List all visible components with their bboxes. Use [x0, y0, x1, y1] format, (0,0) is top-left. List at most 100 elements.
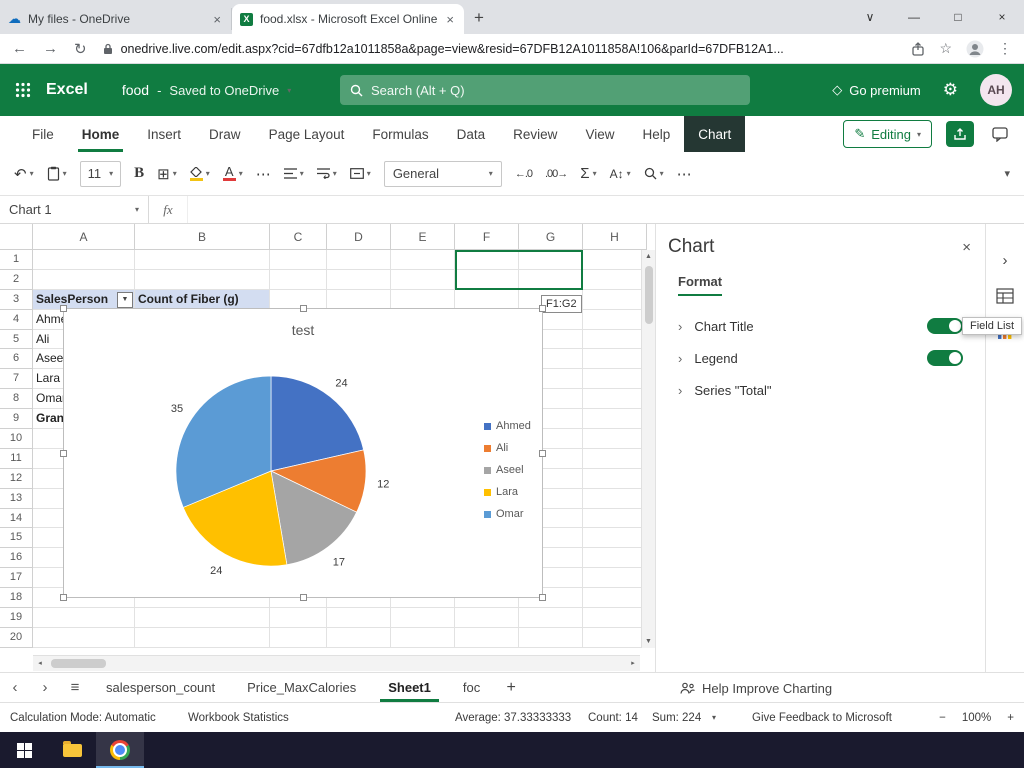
- tab-search-icon[interactable]: ∨: [848, 0, 892, 34]
- horizontal-scroll-thumb[interactable]: [51, 659, 106, 668]
- grid-cell-h20[interactable]: [583, 627, 647, 648]
- grid-cell-h14[interactable]: [583, 508, 647, 529]
- file-explorer-button[interactable]: [48, 732, 96, 768]
- resize-handle[interactable]: [300, 594, 307, 601]
- row-header-9[interactable]: 9: [0, 409, 33, 430]
- row-header-3[interactable]: 3: [0, 289, 33, 310]
- ribbon-tab-chart[interactable]: Chart: [684, 116, 746, 152]
- row-header-10[interactable]: 10: [0, 429, 33, 449]
- grid-cell-g19[interactable]: [519, 608, 583, 628]
- back-icon[interactable]: ←: [12, 40, 27, 57]
- grid-cell-b19[interactable]: [135, 608, 270, 628]
- field-list-icon[interactable]: [986, 278, 1024, 314]
- legend-item-ali[interactable]: Ali: [484, 437, 531, 459]
- chrome-button[interactable]: [96, 732, 144, 768]
- bookmark-star-icon[interactable]: ☆: [939, 40, 952, 57]
- increase-decimal-button[interactable]: ←.0: [515, 168, 533, 180]
- horizontal-scrollbar[interactable]: ◂ ▸: [33, 655, 640, 671]
- grid-cell-h2[interactable]: [583, 269, 647, 290]
- new-tab-button[interactable]: +: [474, 8, 484, 28]
- grid-cell-e2[interactable]: [391, 269, 455, 290]
- browser-tab-onedrive[interactable]: ☁ My files - OneDrive ×: [0, 8, 232, 30]
- grid-cell-g20[interactable]: [519, 627, 583, 648]
- row-header-14[interactable]: 14: [0, 508, 33, 529]
- resize-handle[interactable]: [60, 305, 67, 312]
- ribbon-tab-data[interactable]: Data: [443, 116, 500, 152]
- grid-cell-h9[interactable]: [583, 409, 647, 430]
- legend-item-omar[interactable]: Omar: [484, 503, 531, 525]
- grid-cell-d19[interactable]: [327, 608, 391, 628]
- add-sheet-button[interactable]: +: [496, 673, 526, 702]
- legend-item-lara[interactable]: Lara: [484, 481, 531, 503]
- legend-item-aseel[interactable]: Aseel: [484, 459, 531, 481]
- resize-handle[interactable]: [60, 594, 67, 601]
- editing-mode-button[interactable]: ✎ Editing ▾: [843, 120, 932, 148]
- forward-icon[interactable]: →: [43, 40, 58, 57]
- settings-gear-icon[interactable]: ⚙: [943, 80, 958, 100]
- grid-cell-h13[interactable]: [583, 488, 647, 509]
- ribbon-tab-page-layout[interactable]: Page Layout: [255, 116, 359, 152]
- sheet-tab-price-maxcalories[interactable]: Price_MaxCalories: [231, 673, 372, 702]
- row-header-4[interactable]: 4: [0, 309, 33, 330]
- browser-tab-excel[interactable]: X food.xlsx - Microsoft Excel Online ×: [232, 4, 464, 34]
- column-header-f[interactable]: F: [455, 224, 519, 250]
- row-header-13[interactable]: 13: [0, 488, 33, 509]
- font-size-select[interactable]: 11 ▾: [79, 160, 122, 187]
- pane-section-legend[interactable]: › Legend: [656, 342, 985, 374]
- row-header-15[interactable]: 15: [0, 528, 33, 549]
- calculation-mode[interactable]: Calculation Mode: Automatic: [10, 703, 156, 733]
- tab-close-icon[interactable]: ×: [211, 12, 223, 27]
- scroll-down-icon[interactable]: ▼: [642, 635, 655, 648]
- resize-handle[interactable]: [539, 594, 546, 601]
- grid-cell-a20[interactable]: [33, 627, 135, 648]
- app-name[interactable]: Excel: [46, 81, 88, 99]
- row-header-18[interactable]: 18: [0, 588, 33, 609]
- sort-filter-button[interactable]: A↕ ▾: [610, 167, 631, 181]
- row-header-19[interactable]: 19: [0, 608, 33, 628]
- grid-cell-h5[interactable]: [583, 329, 647, 350]
- column-header-h[interactable]: H: [583, 224, 647, 250]
- font-color-button[interactable]: A ▾: [222, 165, 243, 181]
- zoom-level[interactable]: 100%: [962, 703, 991, 733]
- ribbon-tab-draw[interactable]: Draw: [195, 116, 255, 152]
- grid-cell-d3[interactable]: [327, 289, 391, 310]
- grid-cell-h18[interactable]: [583, 588, 647, 609]
- sheet-tab-sheet1[interactable]: Sheet1: [372, 673, 447, 702]
- grid-cell-e20[interactable]: [391, 627, 455, 648]
- format-tab[interactable]: Format: [678, 274, 723, 296]
- grid-cell-h11[interactable]: [583, 448, 647, 469]
- zoom-out-icon[interactable]: −: [939, 703, 946, 733]
- name-box[interactable]: Chart 1 ▾: [0, 196, 149, 223]
- decrease-decimal-button[interactable]: .00→: [545, 168, 568, 180]
- row-header-16[interactable]: 16: [0, 548, 33, 569]
- help-improve-charting-link[interactable]: Help Improve Charting: [680, 673, 832, 703]
- select-all-corner[interactable]: [0, 224, 33, 250]
- filter-icon[interactable]: ▼: [117, 291, 133, 308]
- formula-input[interactable]: [188, 196, 1024, 223]
- column-header-g[interactable]: G: [519, 224, 583, 250]
- ribbon-tab-help[interactable]: Help: [628, 116, 684, 152]
- account-avatar[interactable]: AH: [980, 74, 1012, 106]
- tab-close-icon[interactable]: ×: [444, 12, 456, 27]
- more-toolbar-button[interactable]: ⋯: [677, 165, 692, 183]
- grid-cell-e1[interactable]: [391, 250, 455, 270]
- start-button[interactable]: [0, 732, 48, 768]
- grid-cell-b2[interactable]: [135, 269, 270, 290]
- row-header-1[interactable]: 1: [0, 250, 33, 270]
- legend-item-ahmed[interactable]: Ahmed: [484, 415, 531, 437]
- resize-handle[interactable]: [539, 450, 546, 457]
- paste-button[interactable]: ▾: [47, 166, 67, 181]
- grid-cell-h3[interactable]: [583, 289, 647, 310]
- grid-cell-e19[interactable]: [391, 608, 455, 628]
- grid-cell-h6[interactable]: [583, 349, 647, 370]
- grid-cell-a2[interactable]: [33, 269, 135, 290]
- row-header-6[interactable]: 6: [0, 349, 33, 370]
- grid-cell-c3[interactable]: [270, 289, 327, 310]
- grid-cell-h15[interactable]: [583, 528, 647, 549]
- scroll-left-icon[interactable]: ◂: [33, 656, 47, 671]
- grid-cell-a3[interactable]: SalesPerson ▼: [33, 289, 135, 310]
- grid-cell-c1[interactable]: [270, 250, 327, 270]
- grid-cell-f19[interactable]: [455, 608, 519, 628]
- grid-cell-h4[interactable]: [583, 309, 647, 330]
- grid-cell-h8[interactable]: [583, 389, 647, 410]
